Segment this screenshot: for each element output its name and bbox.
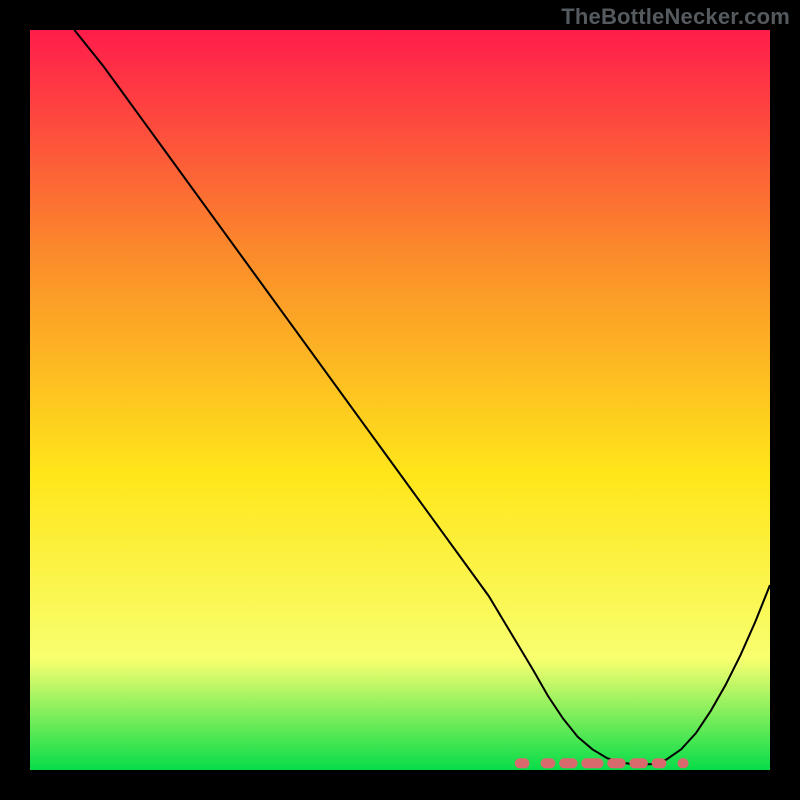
highlight-segment — [515, 758, 530, 768]
highlight-segment — [559, 758, 578, 768]
highlight-segment — [607, 758, 626, 768]
gradient-background — [30, 30, 770, 770]
plot-area — [30, 30, 770, 770]
highlight-segment — [652, 758, 667, 768]
highlight-segment — [581, 758, 603, 768]
chart-frame: TheBottleNecker.com — [0, 0, 800, 800]
highlight-segment — [678, 758, 689, 768]
highlight-segment — [541, 758, 556, 768]
chart-svg — [30, 30, 770, 770]
watermark-text: TheBottleNecker.com — [561, 4, 790, 30]
highlight-segment — [629, 758, 648, 768]
